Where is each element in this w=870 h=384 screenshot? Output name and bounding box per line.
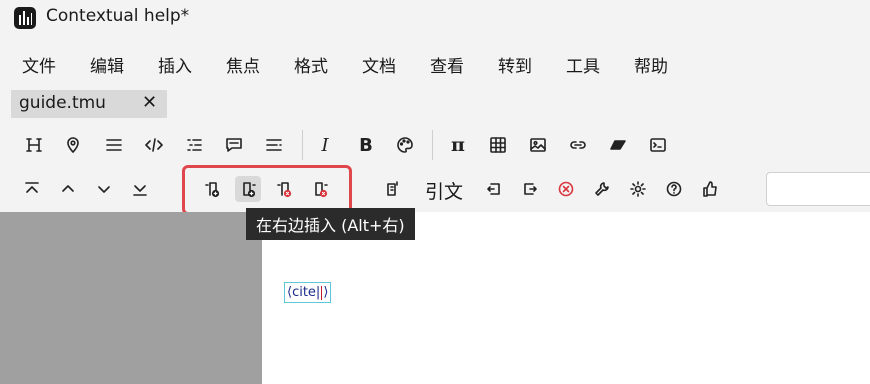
- title-bar: Contextual help*: [0, 0, 870, 36]
- toggle-cite-icon[interactable]: [379, 176, 405, 202]
- toolbar-separator: [432, 130, 433, 160]
- menu-format[interactable]: 格式: [294, 52, 328, 77]
- toolbar-separator: [302, 130, 303, 160]
- thumbs-up-icon[interactable]: [697, 176, 723, 202]
- menu-edit[interactable]: 编辑: [90, 52, 124, 77]
- help-icon[interactable]: [661, 176, 687, 202]
- menu-help[interactable]: 帮助: [634, 52, 668, 77]
- menu-tools[interactable]: 工具: [566, 52, 600, 77]
- main-toolbar: I B π: [0, 124, 870, 164]
- menu-view[interactable]: 查看: [430, 52, 464, 77]
- menu-document[interactable]: 文档: [362, 52, 396, 77]
- table-icon[interactable]: [485, 132, 511, 158]
- move-to-top-icon[interactable]: [19, 176, 45, 202]
- app-logo-icon: [14, 7, 36, 29]
- paragraph-icon[interactable]: [101, 132, 127, 158]
- tooltip: 在右边插入 (Alt+右): [246, 208, 415, 240]
- cite-tag[interactable]: ⟨cite| ⟩: [284, 282, 332, 303]
- exit-right-icon[interactable]: [517, 176, 543, 202]
- cite-tag-close: ⟩: [323, 285, 329, 300]
- code-icon[interactable]: [141, 132, 167, 158]
- menu-file[interactable]: 文件: [22, 52, 56, 77]
- menu-focus[interactable]: 焦点: [226, 52, 260, 77]
- cite-tag-open: ⟨cite|: [287, 285, 321, 300]
- move-up-icon[interactable]: [55, 176, 81, 202]
- settings-gear-icon[interactable]: [625, 176, 651, 202]
- heading-icon[interactable]: [21, 132, 47, 158]
- tab-bar: guide.tmu ✕: [0, 88, 870, 120]
- tab-guide[interactable]: guide.tmu ✕: [11, 90, 167, 118]
- terminal-icon[interactable]: [645, 132, 671, 158]
- side-panel: [0, 212, 262, 384]
- bold-icon[interactable]: B: [353, 132, 379, 158]
- window-title: Contextual help*: [46, 6, 190, 26]
- palette-icon[interactable]: [392, 132, 418, 158]
- location-icon[interactable]: [60, 132, 86, 158]
- menu-goto[interactable]: 转到: [498, 52, 532, 77]
- link-icon[interactable]: [565, 132, 591, 158]
- menu-bar: 文件 编辑 插入 焦点 格式 文档 查看 转到 工具 帮助: [0, 46, 870, 82]
- search-field[interactable]: [766, 172, 870, 206]
- wrench-icon[interactable]: [589, 176, 615, 202]
- italic-icon[interactable]: I: [312, 132, 338, 158]
- comment-icon[interactable]: [221, 132, 247, 158]
- context-toolbar: 引文: [0, 168, 870, 208]
- math-pi-icon[interactable]: π: [445, 132, 471, 158]
- move-down-icon[interactable]: [91, 176, 117, 202]
- delete-icon[interactable]: [553, 176, 579, 202]
- cite-label: 引文: [425, 181, 464, 203]
- eraser-icon[interactable]: [605, 132, 631, 158]
- list-icon[interactable]: [181, 132, 207, 158]
- tab-label: guide.tmu: [19, 93, 106, 113]
- exit-left-icon[interactable]: [481, 176, 507, 202]
- image-icon[interactable]: [525, 132, 551, 158]
- tab-close-icon[interactable]: ✕: [142, 92, 157, 113]
- move-to-bottom-icon[interactable]: [127, 176, 153, 202]
- menu-insert[interactable]: 插入: [158, 52, 192, 77]
- text-cursor: [321, 285, 323, 300]
- align-icon[interactable]: [261, 132, 287, 158]
